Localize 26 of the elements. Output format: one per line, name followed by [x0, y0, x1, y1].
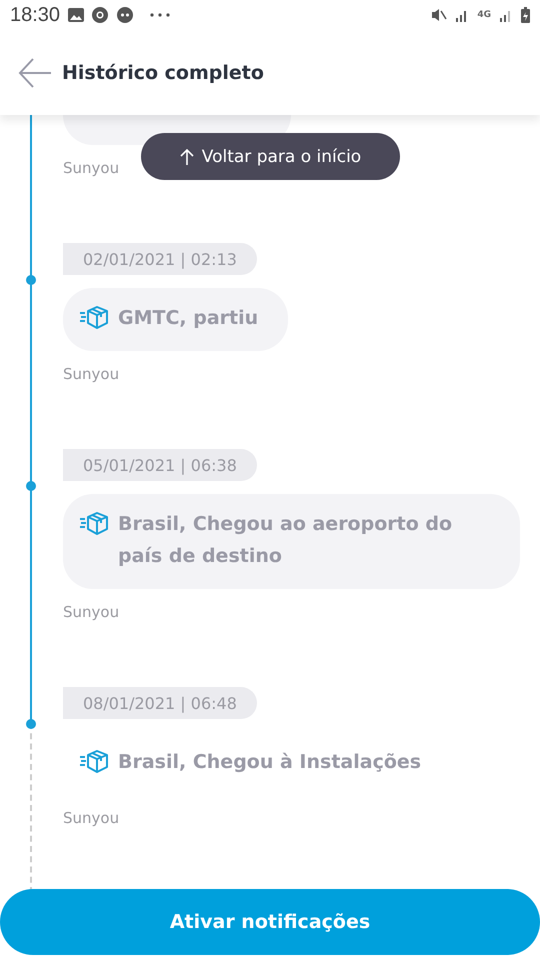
page-title: Histórico completo: [62, 62, 264, 84]
carrier-label: Sunyou: [63, 365, 120, 383]
date-chip: 08/01/2021 | 06:48: [63, 687, 257, 719]
status-text: GMTC, partiu: [118, 306, 258, 331]
carrier-label: Sunyou: [63, 159, 120, 177]
image-icon: [68, 8, 84, 22]
network-label: 4G: [477, 10, 491, 20]
app-icon: [116, 7, 134, 23]
package-icon: [79, 750, 108, 773]
carrier-label: Sunyou: [63, 603, 120, 621]
signal-icon: [499, 8, 513, 22]
date-chip: 02/01/2021 | 02:13: [63, 243, 257, 275]
battery-icon: [521, 7, 530, 23]
back-to-top-button[interactable]: Voltar para o início: [141, 133, 400, 180]
back-arrow-icon[interactable]: [18, 58, 52, 88]
package-icon: [79, 306, 108, 329]
status-text: Brasil, Chegou à Instalações: [118, 750, 422, 775]
clock: 18:30: [10, 4, 60, 26]
up-arrow-icon: [180, 148, 194, 164]
date-chip: 05/01/2021 | 06:38: [63, 449, 257, 481]
package-icon: [79, 512, 108, 535]
mute-icon: [431, 8, 448, 22]
status-text: Brasil, Chegou ao aeroporto do país de destino: [118, 512, 454, 569]
carrier-label: Sunyou: [63, 809, 120, 827]
more-icon: [150, 13, 170, 17]
browser-icon: [92, 7, 108, 23]
